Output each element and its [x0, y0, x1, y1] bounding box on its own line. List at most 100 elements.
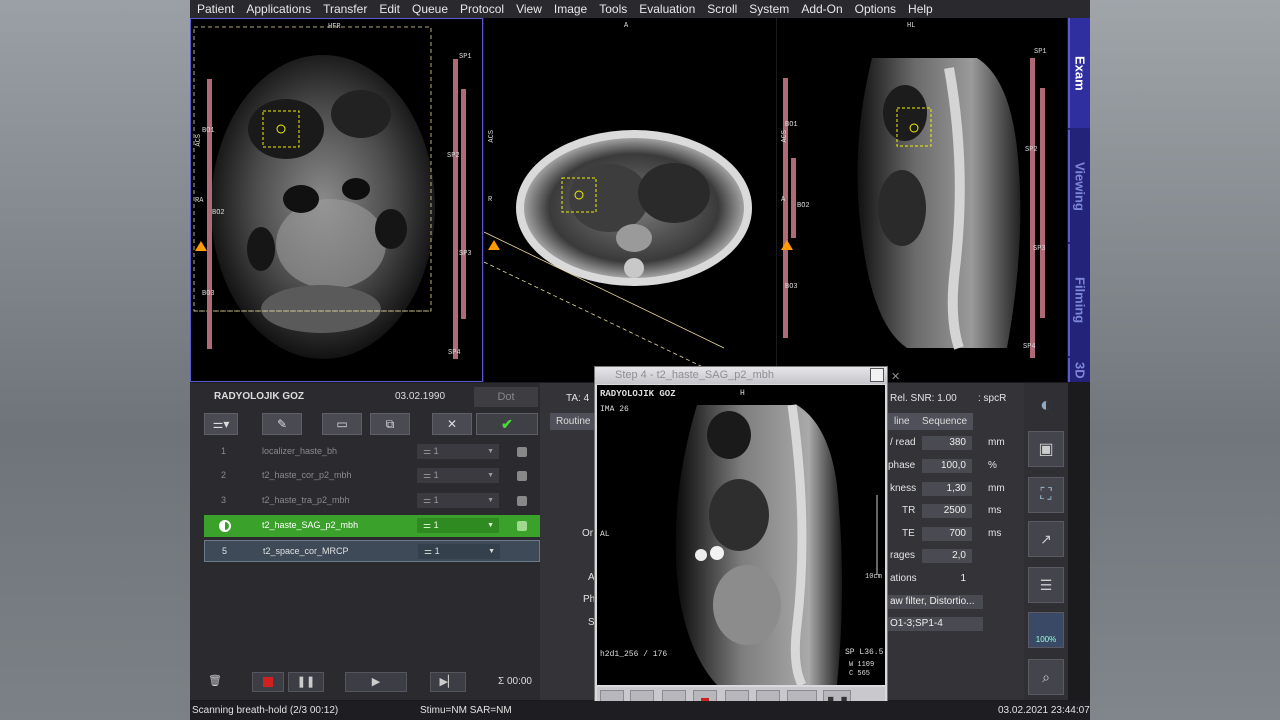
zoom-level-button[interactable]: 100%	[1028, 612, 1064, 648]
protocol-queue-panel: RADYOLOJIK GOZ 03.02.1990 Dot ⚌▾ ✎ ▭ ⧉ ✕…	[190, 383, 540, 700]
datetime: 03.02.2021 23:44:07	[998, 705, 1090, 716]
dialog-top-orient: H	[740, 389, 745, 398]
protocol-icon	[517, 496, 527, 506]
menu-bar: Patient Applications Transfer Edit Queue…	[190, 0, 1090, 18]
menu-help[interactable]: Help	[902, 2, 939, 16]
monitor-icon: ▣	[1038, 441, 1054, 458]
patient-head-button[interactable]: ◐	[1028, 387, 1064, 423]
param-phase-value[interactable]: 100,0	[922, 459, 972, 473]
measurement-count-dropdown[interactable]: ⚌ 1 ▼	[417, 444, 499, 459]
graph-icon: ↗	[1040, 530, 1052, 547]
sag-marker-sp2: SP2	[1025, 146, 1038, 154]
menu-options[interactable]: Options	[849, 2, 902, 16]
cor-top-label: HFR	[328, 23, 341, 31]
menu-add-on[interactable]: Add-On	[795, 2, 848, 16]
dialog-window-width: W 1109	[849, 661, 875, 669]
menu-system[interactable]: System	[743, 2, 795, 16]
menu-scroll[interactable]: Scroll	[701, 2, 743, 16]
menu-applications[interactable]: Applications	[240, 2, 317, 16]
sagittal-preview	[675, 404, 878, 685]
viewport-sagittal[interactable]: HL ACS A BO1 BO2 BO3 SP1 SP2 SP3 SP4	[777, 18, 1067, 382]
close-button[interactable]: ✕	[870, 368, 900, 383]
queue-menu-button[interactable]: ⚌▾	[204, 413, 238, 435]
patient-dob: 03.02.1990	[395, 391, 446, 402]
image-display-button[interactable]: ▣	[1028, 431, 1064, 467]
viewport-transverse[interactable]: A ACS R	[484, 18, 776, 382]
pause-button[interactable]: ❚❚	[288, 672, 324, 692]
graph-button[interactable]: ↗	[1028, 521, 1064, 557]
param-thickness-label: kness	[890, 483, 917, 494]
tab-exam[interactable]: Exam	[1068, 18, 1090, 128]
menu-edit[interactable]: Edit	[373, 2, 406, 16]
protocol-icon	[517, 471, 527, 481]
tab-sequence[interactable]: Sequence	[916, 413, 974, 430]
menu-patient[interactable]: Patient	[190, 2, 240, 16]
measurement-count-dropdown[interactable]: ⚌ 1 ▼	[417, 468, 499, 483]
menu-view[interactable]: View	[510, 2, 548, 16]
play-icon: ▶	[371, 676, 381, 688]
coil-select: : spcR	[978, 393, 1007, 404]
apply-button[interactable]: ✔	[476, 413, 538, 435]
tab-routine[interactable]: Routine	[550, 413, 597, 430]
delete-button[interactable]: ✕	[432, 413, 472, 435]
tab-3d[interactable]: 3D	[1068, 358, 1090, 382]
copy-button[interactable]: ⧉	[370, 413, 410, 435]
param-fov-value[interactable]: 380	[922, 436, 972, 450]
sag-marker-bo3: BO3	[785, 283, 798, 291]
open-button[interactable]: ▭	[322, 413, 362, 435]
dialog-scale: 10cm	[865, 573, 882, 581]
trash-button[interactable]: 🗑	[204, 672, 226, 692]
zoom-level: 100%	[1035, 634, 1057, 644]
queue-row[interactable]: 2 t2_haste_cor_p2_mbh ⚌ 1 ▼	[204, 465, 540, 487]
param-averages-value[interactable]: 2,0	[922, 549, 972, 563]
dialog-image[interactable]: RADYOLOJIK GOZ IMA 26 H AL 10cm h2d1_256…	[597, 385, 885, 685]
viewport-coronal[interactable]: HFR ACS RA BO1 BO2 BO3 SP1 SP2 SP3 SP4	[190, 18, 483, 382]
sag-marker-bo2: BO2	[797, 202, 810, 210]
ta-label: TA: 4	[566, 393, 590, 404]
menu-protocol[interactable]: Protocol	[454, 2, 510, 16]
param-filter-value[interactable]: aw filter, Distortio...	[887, 595, 983, 609]
dialog-window-center: C 565	[849, 670, 871, 678]
param-coils-value[interactable]: O1-3;SP1-4	[887, 617, 983, 631]
dialog-title-bar[interactable]: Step 4 - t2_haste_SAG_p2_mbh ✕	[595, 367, 900, 384]
dot-button[interactable]: Dot	[474, 387, 538, 407]
measurement-count-dropdown[interactable]: ⚌ 1 ▼	[417, 518, 499, 533]
patient-icon: ⛶	[1040, 486, 1052, 503]
measurement-count-dropdown[interactable]: ⚌ 1 ▼	[418, 544, 500, 559]
play-button[interactable]: ▶	[345, 672, 407, 692]
queue-row[interactable]: 1 localizer_haste_bh ⚌ 1 ▼	[204, 441, 540, 463]
stop-button[interactable]	[252, 672, 284, 692]
patient-position-button[interactable]: ⛶	[1028, 477, 1064, 513]
cor-side-label: RA	[195, 197, 204, 205]
measurement-count-dropdown[interactable]: ⚌ 1 ▼	[417, 493, 499, 508]
search-button[interactable]: ⌕	[1028, 659, 1064, 695]
edit-button[interactable]: ✎	[262, 413, 302, 435]
param-thickness-value[interactable]: 1,30	[922, 482, 972, 496]
tab-geometry[interactable]: line	[888, 413, 916, 430]
tab-filming[interactable]: Filming	[1068, 244, 1090, 356]
tool-icon-column: ◐ ▣ ⛶ ↗ ☰ 100% ⌕	[1024, 383, 1068, 700]
param-tr-value[interactable]: 2500	[922, 504, 972, 518]
dialog-left-orient: AL	[600, 530, 610, 539]
cor-marker-bo1: BO1	[202, 127, 215, 135]
sagittal-image	[781, 58, 1045, 358]
queue-row-next[interactable]: 5 t2_space_cor_MRCP ⚌ 1 ▼	[204, 540, 540, 562]
pause-icon: ❚❚	[296, 676, 316, 688]
menu-evaluation[interactable]: Evaluation	[633, 2, 701, 16]
transverse-image	[484, 130, 752, 371]
skip-button[interactable]: ▶▏	[430, 672, 466, 692]
sag-marker-bo1: BO1	[785, 121, 798, 129]
sag-side-label: A	[781, 196, 786, 204]
report-button[interactable]: ☰	[1028, 567, 1064, 603]
tab-viewing[interactable]: Viewing	[1068, 130, 1090, 242]
search-icon: ⌕	[1042, 668, 1050, 685]
param-te-unit: ms	[988, 528, 1002, 539]
menu-transfer[interactable]: Transfer	[317, 2, 373, 16]
param-te-value[interactable]: 700	[922, 527, 972, 541]
chevron-down-icon: ▼	[488, 548, 495, 555]
menu-queue[interactable]: Queue	[406, 2, 454, 16]
queue-row[interactable]: 3 t2_haste_tra_p2_mbh ⚌ 1 ▼	[204, 490, 540, 512]
menu-tools[interactable]: Tools	[593, 2, 633, 16]
menu-image[interactable]: Image	[548, 2, 593, 16]
queue-row-running[interactable]: t2_haste_SAG_p2_mbh ⚌ 1 ▼	[204, 515, 540, 537]
